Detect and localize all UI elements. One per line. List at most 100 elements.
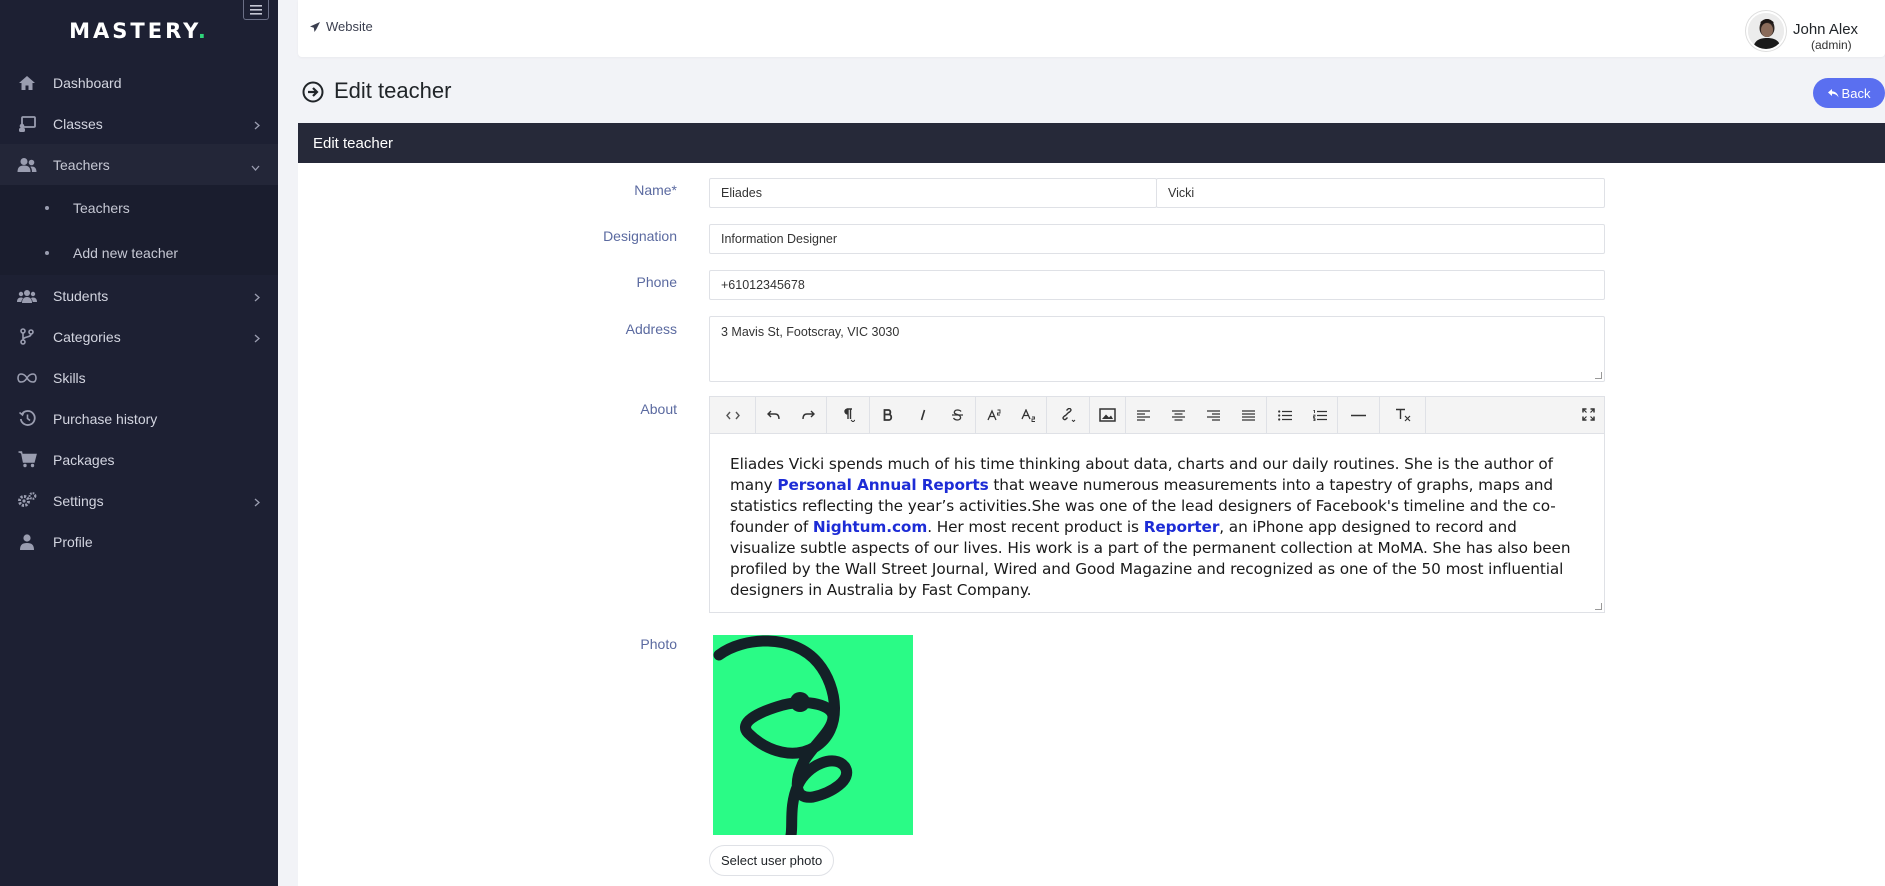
image-button[interactable] <box>1090 397 1125 434</box>
sidebar-item-label: Profile <box>53 533 93 550</box>
align-center-icon <box>1172 409 1185 421</box>
sidebar-item-label: Settings <box>53 492 104 509</box>
editor-content[interactable]: Eliades Vicki spends much of his time th… <box>710 434 1604 601</box>
teachers-submenu: Teachers Add new teacher <box>0 185 278 275</box>
sidebar-item-settings[interactable]: Settings <box>0 480 278 521</box>
link-icon <box>1062 408 1076 422</box>
cart-icon <box>17 450 37 470</box>
sidebar-item-teachers[interactable]: Teachers <box>0 144 278 185</box>
photo-label: Photo <box>640 636 677 652</box>
designation-input[interactable]: Information Designer <box>709 224 1605 254</box>
home-icon <box>17 73 37 93</box>
sidebar-toggle-button[interactable] <box>243 0 269 20</box>
sidebar-item-profile[interactable]: Profile <box>0 521 278 562</box>
redo-button[interactable] <box>791 397 826 434</box>
align-right-button[interactable] <box>1196 397 1231 434</box>
resize-handle[interactable] <box>1595 372 1602 379</box>
name-label: Name* <box>634 182 677 198</box>
subscript-button[interactable] <box>1011 397 1046 434</box>
phone-input[interactable]: +61012345678 <box>709 270 1605 300</box>
edit-teacher-card: Edit teacher Name* Eliades Vicki Designa… <box>298 123 1885 886</box>
sidebar-item-label: Classes <box>53 115 103 132</box>
horizontal-rule-button[interactable] <box>1338 397 1379 434</box>
italic-icon <box>920 409 925 421</box>
user-group-icon <box>17 286 37 306</box>
sidebar-item-packages[interactable]: Packages <box>0 439 278 480</box>
hamburger-icon <box>250 4 262 15</box>
reply-icon <box>1827 88 1839 98</box>
sidebar-item-categories[interactable]: Categories <box>0 316 278 357</box>
sidebar-item-label: Skills <box>53 369 86 386</box>
bold-button[interactable] <box>870 397 905 434</box>
address-label: Address <box>625 321 677 337</box>
sidebar: MASTERY. Dashboard Classes Teachers Teac… <box>0 0 278 886</box>
strikethrough-button[interactable] <box>940 397 975 434</box>
sidebar-item-label: Teachers <box>53 156 110 173</box>
user-photo-icon <box>1748 13 1784 49</box>
link-button[interactable] <box>1047 397 1089 434</box>
first-name-input[interactable]: Eliades <box>709 178 1157 208</box>
reporter-link[interactable]: Reporter <box>1144 518 1220 536</box>
brand: MASTERY. <box>0 0 278 62</box>
about-label: About <box>640 401 677 417</box>
paragraph-icon <box>844 408 855 422</box>
sidebar-item-dashboard[interactable]: Dashboard <box>0 62 278 103</box>
undo-button[interactable] <box>756 397 791 434</box>
paragraph-format-button[interactable] <box>827 397 869 434</box>
brand-logo[interactable]: MASTERY. <box>69 19 209 43</box>
designation-label: Designation <box>603 228 677 244</box>
website-link[interactable]: Website <box>310 19 373 34</box>
code-view-button[interactable] <box>710 397 755 434</box>
strikethrough-icon <box>952 409 963 421</box>
sidebar-item-purchase-history[interactable]: Purchase history <box>0 398 278 439</box>
resize-handle[interactable] <box>1595 603 1602 610</box>
sidebar-subitem-teachers[interactable]: Teachers <box>0 185 278 230</box>
chevron-right-icon <box>254 330 260 346</box>
card-header: Edit teacher <box>298 123 1885 163</box>
paper-plane-icon <box>310 21 320 32</box>
subscript-icon <box>1021 408 1035 422</box>
fullscreen-icon <box>1582 408 1595 421</box>
teacher-photo <box>713 635 913 835</box>
sidebar-subitem-label: Add new teacher <box>73 244 179 261</box>
superscript-button[interactable] <box>976 397 1011 434</box>
address-value: 3 Mavis St, Footscray, VIC 3030 <box>721 325 900 339</box>
avatar[interactable] <box>1746 11 1786 51</box>
fullscreen-button[interactable] <box>1582 408 1595 426</box>
phone-label: Phone <box>636 274 677 290</box>
bulleted-list-icon <box>1277 409 1292 421</box>
chevron-right-icon <box>254 289 260 305</box>
back-button[interactable]: Back <box>1813 78 1885 108</box>
user-icon <box>17 532 37 552</box>
back-button-label: Back <box>1841 85 1871 101</box>
image-icon <box>1099 408 1116 422</box>
bulleted-list-button[interactable] <box>1267 397 1302 434</box>
nightum-link[interactable]: Nightum.com <box>813 518 927 536</box>
sidebar-item-classes[interactable]: Classes <box>0 103 278 144</box>
numbered-list-button[interactable] <box>1302 397 1337 434</box>
redo-icon <box>802 410 815 420</box>
address-textarea[interactable]: 3 Mavis St, Footscray, VIC 3030 <box>709 316 1605 382</box>
sidebar-item-label: Purchase history <box>53 410 158 427</box>
top-header: Website John Alex (admin) <box>298 0 1885 57</box>
sidebar-item-students[interactable]: Students <box>0 275 278 316</box>
sidebar-item-skills[interactable]: Skills <box>0 357 278 398</box>
page-title: Edit teacher <box>334 78 452 103</box>
last-name-input[interactable]: Vicki <box>1156 178 1605 208</box>
align-center-button[interactable] <box>1161 397 1196 434</box>
about-rich-text-editor: Eliades Vicki spends much of his time th… <box>709 396 1605 613</box>
clear-formatting-button[interactable] <box>1380 397 1425 434</box>
align-justify-button[interactable] <box>1231 397 1266 434</box>
toolbar-separator <box>1425 396 1426 434</box>
sidebar-item-label: Categories <box>53 328 121 345</box>
cogs-icon <box>17 491 37 511</box>
align-left-button[interactable] <box>1126 397 1161 434</box>
user-name[interactable]: John Alex <box>1793 21 1858 38</box>
superscript-icon <box>986 409 1000 421</box>
select-user-photo-button[interactable]: Select user photo <box>709 845 835 876</box>
italic-button[interactable] <box>905 397 940 434</box>
chevron-right-icon <box>254 494 260 510</box>
align-left-icon <box>1137 409 1150 421</box>
personal-annual-reports-link[interactable]: Personal Annual Reports <box>777 476 988 494</box>
sidebar-subitem-add-new-teacher[interactable]: Add new teacher <box>0 230 278 275</box>
